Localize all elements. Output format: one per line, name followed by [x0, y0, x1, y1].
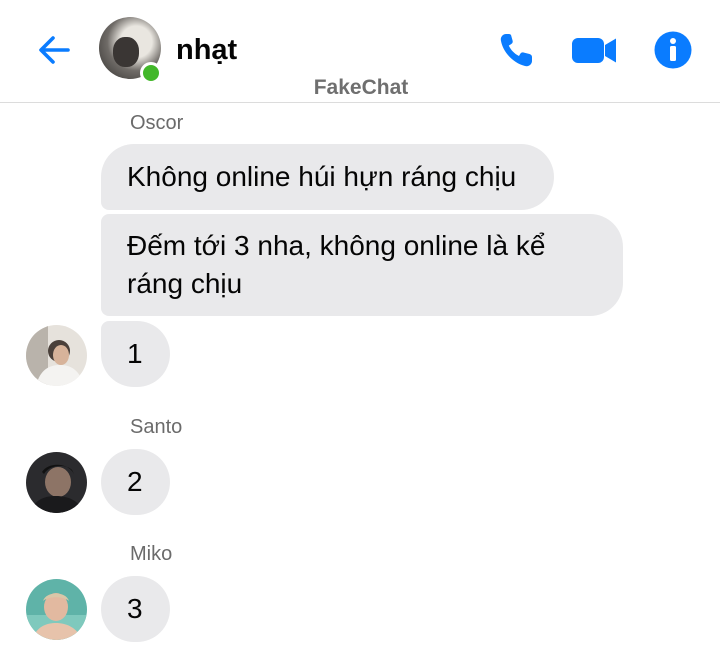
- sender-avatar[interactable]: [26, 325, 87, 386]
- message-bubble[interactable]: 1: [101, 321, 170, 387]
- video-camera-icon[interactable]: [570, 30, 618, 70]
- sender-name: Santo: [130, 416, 183, 438]
- message-bubble[interactable]: Không online húi hựn ráng chịu: [101, 144, 554, 210]
- sender-avatar[interactable]: [26, 579, 87, 640]
- message-text: 1: [127, 338, 143, 369]
- back-arrow-icon[interactable]: [34, 30, 74, 70]
- sender-name: Oscor: [130, 112, 184, 134]
- sender-avatar[interactable]: [26, 452, 87, 513]
- contact-name[interactable]: nhạt: [176, 34, 237, 67]
- phone-icon[interactable]: [497, 30, 539, 70]
- message-bubble[interactable]: 2: [101, 449, 170, 515]
- chat-header: nhạt FakeChat: [0, 0, 720, 103]
- message-text: 3: [127, 593, 143, 624]
- message-text-line: Đếm tới 3 nha, không online là kể: [127, 230, 546, 261]
- message-text: 2: [127, 466, 143, 497]
- message-bubble[interactable]: 3: [101, 576, 170, 642]
- info-icon[interactable]: [653, 30, 693, 70]
- watermark-label: FakeChat: [313, 76, 409, 99]
- message-bubble[interactable]: Đếm tới 3 nha, không online là kể ráng c…: [101, 214, 623, 316]
- message-text-line: ráng chịu: [127, 268, 243, 299]
- sender-name: Miko: [130, 543, 173, 565]
- message-text: Không online húi hựn ráng chịu: [127, 161, 517, 192]
